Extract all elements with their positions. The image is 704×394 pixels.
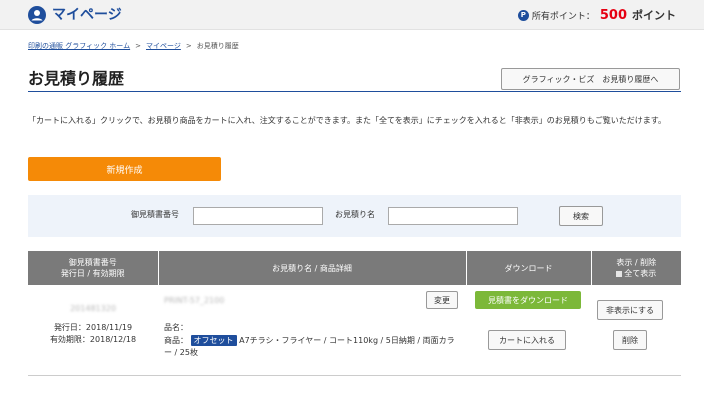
header-quote-number: 御見積書番号 発行日 / 有効期限 (28, 251, 159, 285)
header-show-line1: 表示 / 削除 (616, 258, 657, 267)
page-title: お見積り履歴 (28, 69, 125, 88)
breadcrumb-home-link[interactable]: 印刷の通販 グラフィック ホーム (28, 41, 130, 51)
header-show-delete: 表示 / 削除 全て表示 (591, 251, 681, 285)
product-detail: 商品： オフセット A7チラシ・フライヤー / コート110kg / 5日納期 … (164, 335, 460, 359)
quote-name-label: お見積り名 (335, 210, 375, 219)
breadcrumb-current: お見積り履歴 (196, 42, 239, 50)
graphic-biz-history-button[interactable]: グラフィック・ビズ お見積り履歴へ (501, 68, 680, 90)
table-header-row: 御見積書番号 発行日 / 有効期限 お見積り名 / 商品詳細 ダウンロード 表示… (28, 251, 681, 285)
table-row: 201481320 発行日：2018/11/19 有効期限：2018/12/18… (28, 285, 681, 376)
points-display: P 所有ポイント： 500 ポイント (517, 7, 676, 23)
cell-download: 見積書をダウンロード カートに入れる (466, 285, 591, 376)
search-panel: 御見積書番号 お見積り名 検索 (28, 195, 681, 237)
issue-date: 発行日：2018/11/19 (53, 323, 133, 332)
expiry-date: 有効期限：2018/12/18 (49, 335, 137, 344)
show-all-toggle[interactable]: 全て表示 (592, 268, 682, 279)
breadcrumb-separator: > (185, 42, 192, 50)
page-description: 「カートに入れる」クリックで、お見積り商品をカートに入れ、注文することができます… (28, 116, 666, 125)
quote-number-label: 御見積書番号 (131, 210, 179, 219)
item-name-label: 品名： (164, 323, 188, 332)
show-all-label: 全て表示 (624, 269, 657, 278)
delete-button[interactable]: 削除 (613, 330, 647, 350)
offset-badge: オフセット (190, 335, 237, 346)
points-unit: ポイント (632, 9, 676, 22)
mypage-title: マイページ (52, 7, 122, 23)
hide-button[interactable]: 非表示にする (597, 300, 663, 320)
points-label: 所有ポイント： (531, 11, 595, 22)
top-bar: マイページ P 所有ポイント： 500 ポイント (0, 0, 704, 30)
quote-name: PRINT-57_2100 (164, 296, 225, 305)
search-button[interactable]: 検索 (559, 206, 603, 226)
quote-number-input[interactable] (193, 207, 323, 225)
cell-quote-name: PRINT-57_2100 変更 品名： 商品： オフセット A7チラシ・フライ… (158, 285, 466, 376)
quote-table: 御見積書番号 発行日 / 有効期限 お見積り名 / 商品詳細 ダウンロード 表示… (28, 251, 681, 376)
add-to-cart-button[interactable]: カートに入れる (488, 330, 566, 350)
cell-quote-number: 201481320 発行日：2018/11/19 有効期限：2018/12/18 (28, 285, 158, 376)
user-icon (28, 6, 46, 24)
points-icon: P (517, 9, 529, 21)
breadcrumb-separator: > (135, 42, 141, 50)
download-quote-button[interactable]: 見積書をダウンロード (475, 291, 581, 309)
quote-name-input[interactable] (388, 207, 518, 225)
title-divider (28, 91, 681, 92)
product-prefix: 商品： (164, 336, 188, 345)
header-number-line2: 発行日 / 有効期限 (60, 269, 125, 278)
header-download: ダウンロード (466, 251, 592, 285)
header-quote-name: お見積り名 / 商品詳細 (158, 251, 467, 285)
quote-number: 201481320 (70, 304, 116, 313)
new-quote-button[interactable]: 新規作成 (28, 157, 221, 181)
points-value: 500 (599, 7, 627, 23)
show-all-checkbox[interactable] (616, 270, 623, 277)
cell-show-delete: 非表示にする 削除 (591, 285, 681, 376)
header-number-line1: 御見積書番号 (68, 258, 117, 267)
breadcrumb-mypage-link[interactable]: マイページ (146, 41, 181, 51)
change-button[interactable]: 変更 (426, 291, 458, 309)
breadcrumb: 印刷の通販 グラフィック ホーム > マイページ > お見積り履歴 (28, 41, 239, 51)
